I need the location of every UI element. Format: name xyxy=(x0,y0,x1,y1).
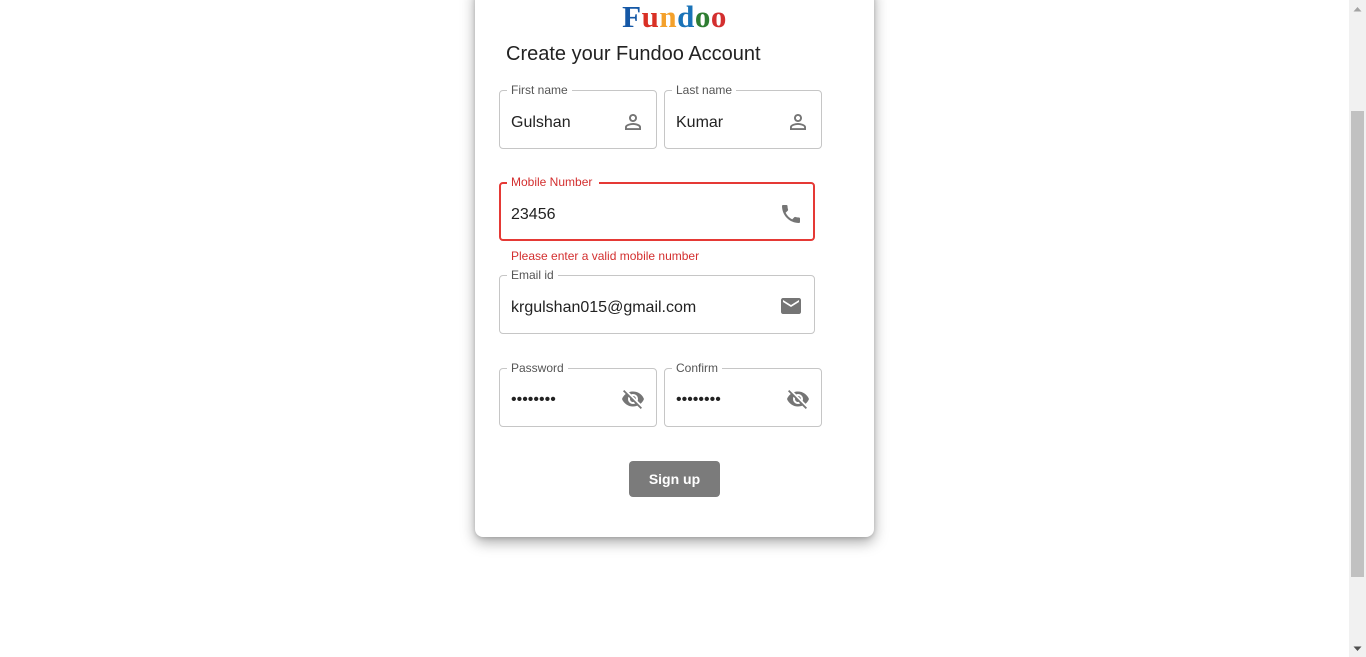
person-icon xyxy=(786,110,810,134)
logo-letter: F xyxy=(622,0,642,34)
confirm-password-field[interactable]: Confirm •••••••• xyxy=(664,360,822,427)
password-field[interactable]: Password •••••••• xyxy=(499,360,657,427)
visibility-off-icon[interactable] xyxy=(621,387,645,411)
page-title: Create your Fundoo Account xyxy=(506,43,761,65)
mobile-error-message: Please enter a valid mobile number xyxy=(511,249,700,263)
visibility-off-icon[interactable] xyxy=(786,387,810,411)
first-name-field[interactable]: First name Gulshan xyxy=(499,82,657,149)
logo-letter: o xyxy=(710,0,727,34)
signup-button[interactable]: Sign up xyxy=(629,461,720,497)
first-name-value[interactable]: Gulshan xyxy=(511,114,571,132)
logo-letter: n xyxy=(659,0,678,34)
email-field[interactable]: Email id krgulshan015@gmail.com xyxy=(499,267,815,334)
signup-card: Fundoo Create your Fundoo Account First … xyxy=(475,0,874,537)
password-value[interactable]: •••••••• xyxy=(511,391,556,409)
confirm-label: Confirm xyxy=(672,360,723,376)
mobile-number-label: Mobile Number xyxy=(507,174,600,190)
logo-letter: o xyxy=(694,0,711,34)
password-label: Password xyxy=(507,360,568,376)
fundoo-logo: Fundoo xyxy=(475,0,874,34)
first-name-label: First name xyxy=(507,82,572,98)
mobile-number-value[interactable]: 23456 xyxy=(511,206,556,224)
scroll-down-arrow-icon[interactable] xyxy=(1349,640,1366,657)
logo-letter: u xyxy=(641,0,660,34)
logo-letter: d xyxy=(677,0,695,34)
last-name-field[interactable]: Last name Kumar xyxy=(664,82,822,149)
mobile-number-field[interactable]: Mobile Number 23456 xyxy=(499,174,815,241)
email-value[interactable]: krgulshan015@gmail.com xyxy=(511,299,696,317)
confirm-value[interactable]: •••••••• xyxy=(676,391,721,409)
scroll-up-arrow-icon[interactable] xyxy=(1349,0,1366,17)
last-name-label: Last name xyxy=(672,82,737,98)
vertical-scrollbar[interactable] xyxy=(1349,0,1366,657)
mail-icon xyxy=(779,294,803,318)
person-icon xyxy=(621,110,645,134)
scrollbar-thumb[interactable] xyxy=(1351,111,1364,577)
email-label: Email id xyxy=(507,267,558,283)
last-name-value[interactable]: Kumar xyxy=(676,114,723,132)
phone-icon xyxy=(779,202,803,226)
